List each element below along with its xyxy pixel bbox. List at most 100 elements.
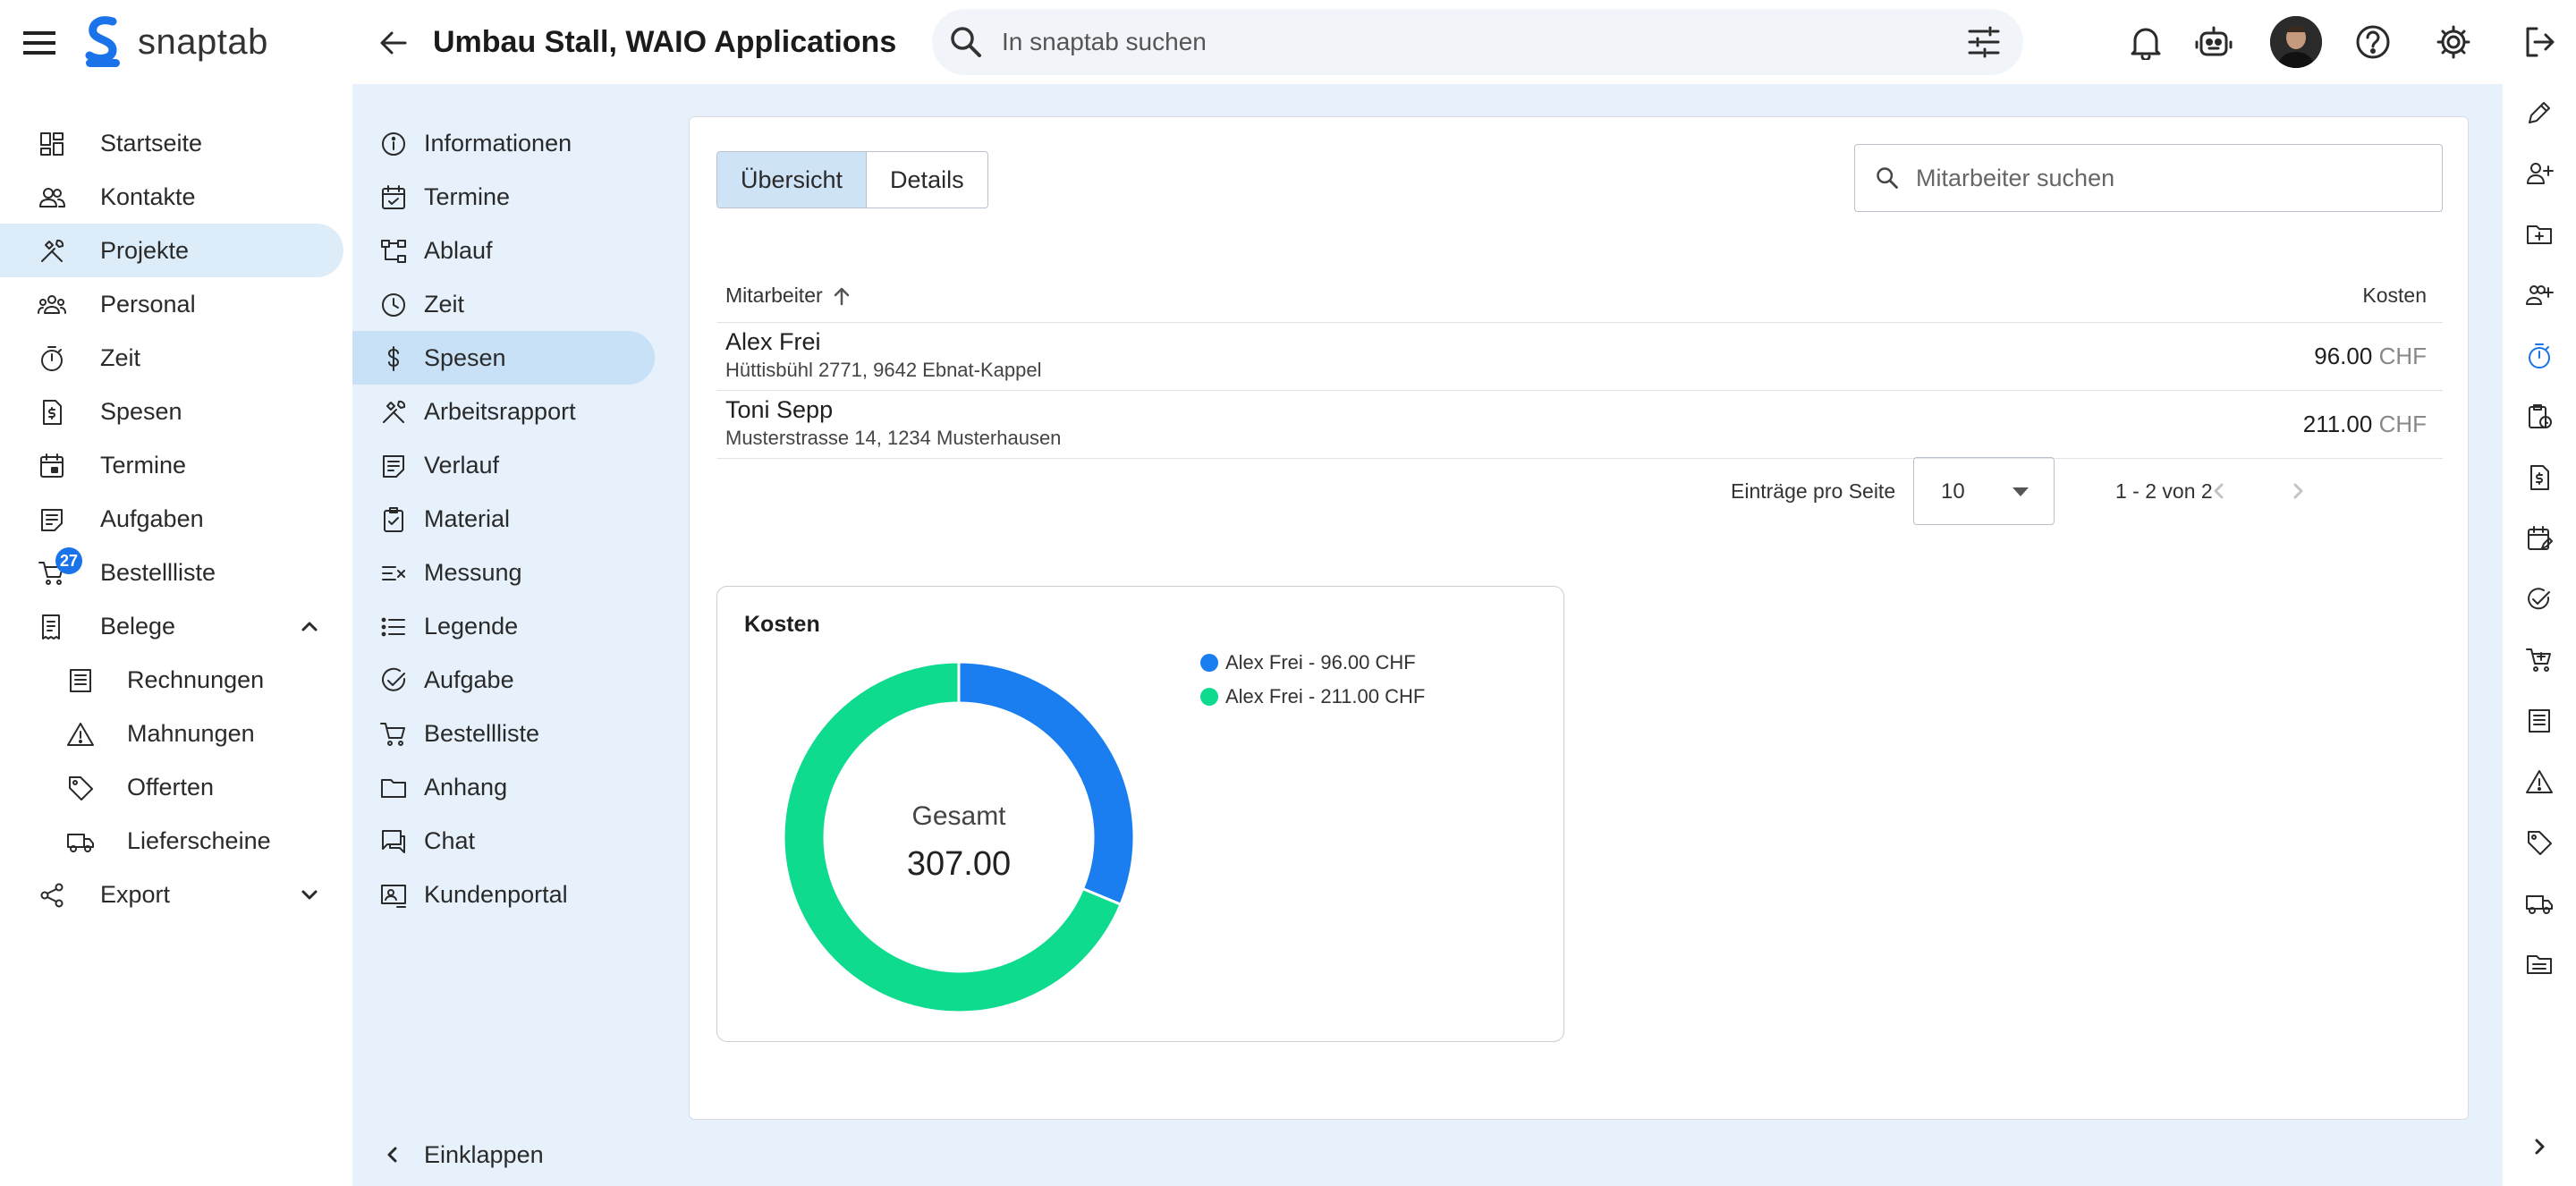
chevron-left-icon [2214,483,2224,499]
search-icon [1877,167,1898,189]
chart-title: Kosten [744,612,820,637]
sidebar-item-bestellliste[interactable]: 27 Bestellliste [0,546,352,599]
settings-gear-icon[interactable] [2431,20,2476,64]
legend-item[interactable]: Alex Frei - 96.00 CHF [1200,646,1425,680]
tag-icon[interactable] [2521,825,2557,860]
timer-icon[interactable] [2521,338,2557,374]
project-tab-verlauf[interactable]: Verlauf [352,438,691,492]
table-row[interactable]: Toni Sepp Musterstrasse 14, 1234 Musterh… [716,391,2443,459]
add-person-icon[interactable] [2521,156,2557,191]
page-range-label: 1 - 2 von 2 [2115,479,2213,503]
project-tab-material[interactable]: Material [352,492,691,546]
project-tab-label: Legende [424,612,519,640]
sidebar-item-rechnungen[interactable]: Rechnungen [0,653,352,707]
sidebar-item-mahnungen[interactable]: Mahnungen [0,707,352,760]
project-tab-bestellliste[interactable]: Bestellliste [352,707,691,760]
calendar-check-icon [382,185,405,209]
project-tab-termine[interactable]: Termine [352,170,691,224]
sidebar-item-belege[interactable]: Belege [0,599,352,653]
column-header-label: Mitarbeiter [725,284,823,307]
truck-icon[interactable] [2521,885,2557,921]
sidebar-item-projekte[interactable]: Projekte [0,224,343,277]
items-per-page-label: Einträge pro Seite [1731,479,1896,503]
sidebar-item-zeit[interactable]: Zeit [0,331,352,385]
sidebar-item-spesen[interactable]: Spesen [0,385,352,438]
project-tab-spesen[interactable]: Spesen [352,331,655,385]
sidebar-item-offerten[interactable]: Offerten [0,760,352,814]
sidebar-item-label: Bestellliste [100,558,216,586]
back-arrow-icon[interactable] [372,21,415,64]
column-header-cost[interactable]: Kosten [2362,284,2427,308]
employee-address: Hüttisbühl 2771, 9642 Ebnat-Kappel [725,359,1042,381]
chevron-right-icon[interactable] [2521,1129,2557,1165]
user-avatar[interactable] [2270,16,2322,68]
sidebar-item-aufgaben[interactable]: Aufgaben [0,492,352,546]
dropdown-arrow-icon [2012,487,2029,496]
legend-label: Alex Frei - 96.00 CHF [1225,651,1416,673]
app-logo[interactable]: snaptab [82,16,268,68]
add-folder-icon[interactable] [2521,216,2557,252]
clock-icon [382,293,405,317]
sidebar-item-termine[interactable]: Termine [0,438,352,492]
tab-uebersicht[interactable]: Übersicht [717,152,867,208]
cart-add-icon[interactable] [2521,642,2557,678]
table-row[interactable]: Alex Frei Hüttisbühl 2771, 9642 Ebnat-Ka… [716,323,2443,391]
expense-icon[interactable] [2521,460,2557,496]
sidebar-item-label: Zeit [100,343,141,371]
project-tab-label: Material [424,504,511,532]
items-per-page-select[interactable]: 10 [1913,457,2055,525]
snaptab-logo-icon [85,16,120,67]
sidebar-item-export[interactable]: Export [0,868,352,921]
previous-page-button[interactable] [2201,473,2237,509]
add-group-icon[interactable] [2521,277,2557,313]
edit-pencil-icon[interactable] [2521,95,2557,131]
project-tab-messung[interactable]: Messung [352,546,691,599]
global-search-bar[interactable] [932,9,2023,75]
clipboard-time-icon[interactable] [2521,399,2557,435]
employee-search-input[interactable] [1916,164,2417,192]
help-icon[interactable] [2351,20,2395,64]
sidebar-item-startseite[interactable]: Startseite [0,116,352,170]
collapse-sidebar-button[interactable]: Einklappen [352,1132,691,1177]
avatar-photo-icon [2270,16,2322,68]
expenses-card: Übersicht Details Mitarbeiter Kosten Ale… [689,116,2469,1120]
tab-details[interactable]: Details [866,152,987,208]
legend-item[interactable]: Alex Frei - 211.00 CHF [1200,680,1425,714]
tools-icon [41,239,64,262]
project-tab-legende[interactable]: Legende [352,599,691,653]
sidebar-item-label: Projekte [100,236,190,264]
folder-list-icon[interactable] [2521,946,2557,982]
project-tab-ablauf[interactable]: Ablauf [352,224,691,277]
next-page-button[interactable] [2280,473,2316,509]
employee-search-field[interactable] [1854,144,2443,212]
sidebar-item-lieferscheine[interactable]: Lieferscheine [0,814,352,868]
sidebar-item-label: Termine [100,451,187,479]
chevron-up-icon[interactable] [299,615,320,637]
column-header-employee[interactable]: Mitarbeiter [725,284,853,308]
tools-icon [383,400,406,423]
project-tab-kundenportal[interactable]: Kundenportal [352,868,691,921]
employee-cost: 96.00 CHF [2314,343,2427,370]
sidebar-item-kontakte[interactable]: Kontakte [0,170,352,224]
calendar-edit-icon[interactable] [2521,521,2557,556]
project-tab-anhang[interactable]: Anhang [352,760,691,814]
notification-bell-icon[interactable] [2123,20,2168,64]
sidebar-item-personal[interactable]: Personal [0,277,352,331]
measure-icon [382,566,405,580]
project-tab-zeit[interactable]: Zeit [352,277,691,331]
project-tab-aufgabe[interactable]: Aufgabe [352,653,691,707]
top-bar: snaptab Umbau Stall, WAIO Applications [0,0,2576,84]
logout-icon[interactable] [2519,21,2560,63]
project-tab-arbeitsrapport[interactable]: Arbeitsrapport [352,385,691,438]
robot-assistant-icon[interactable] [2191,20,2236,64]
task-add-icon[interactable] [2521,581,2557,617]
invoice-icon[interactable] [2521,703,2557,739]
chevron-down-icon[interactable] [299,884,320,905]
cost-currency: CHF [2378,411,2427,437]
project-tab-informationen[interactable]: Informationen [352,116,691,170]
warning-icon[interactable] [2521,764,2557,800]
project-tab-chat[interactable]: Chat [352,814,691,868]
global-search-input[interactable] [1002,28,1896,56]
menu-icon[interactable] [20,23,59,63]
filter-tune-icon[interactable] [1966,24,2002,60]
